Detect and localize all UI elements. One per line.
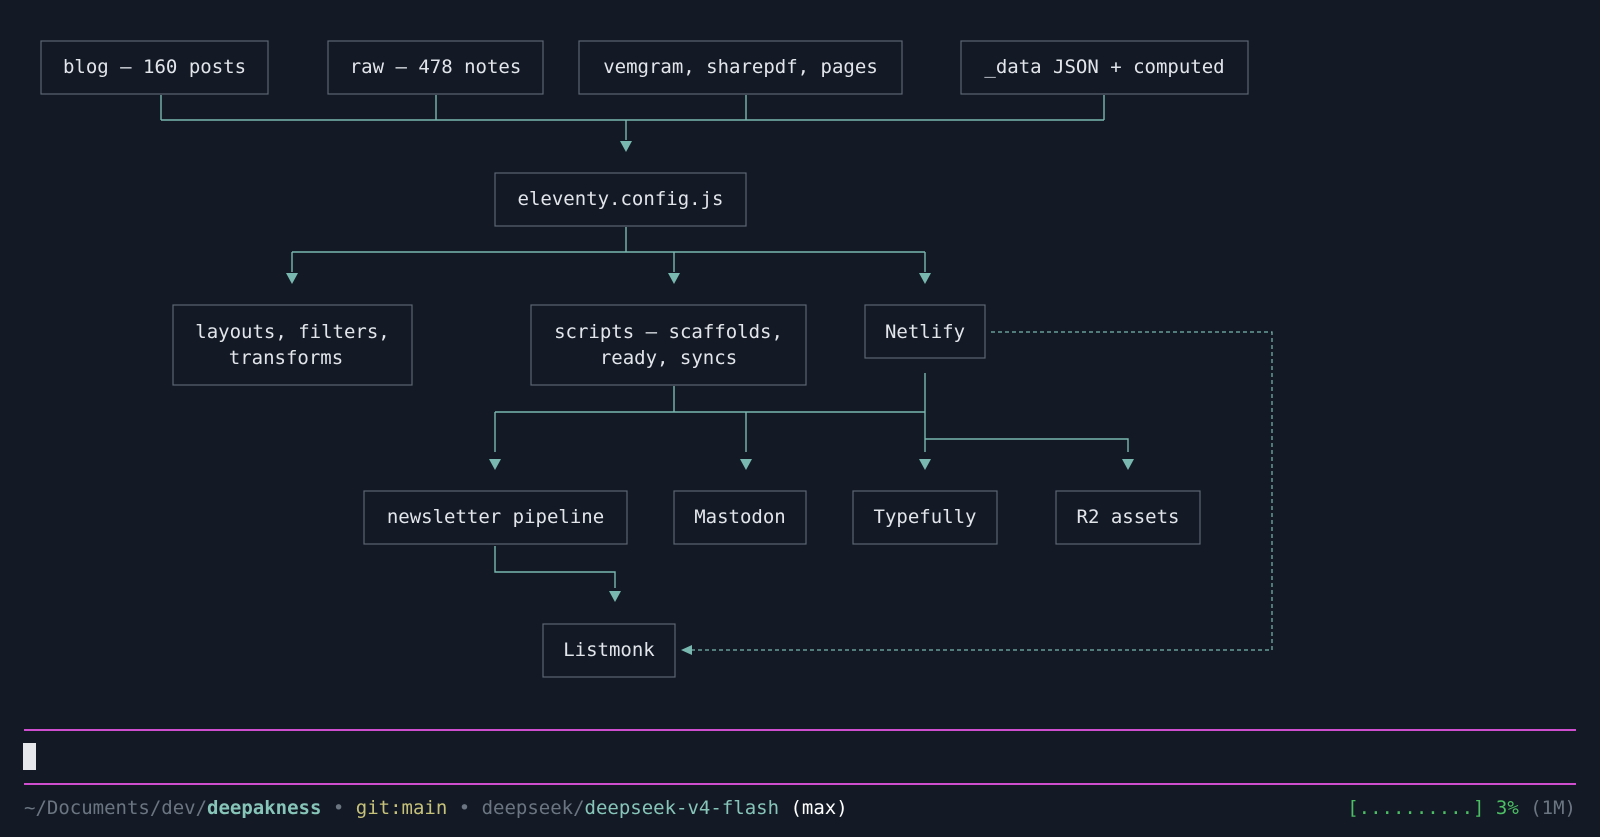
status-bar-right: [..........] 3% (1M) (1347, 796, 1576, 820)
arrow-to-netlify (919, 273, 931, 284)
node-data-label: _data JSON + computed (984, 56, 1224, 78)
arrow-to-typefully (919, 459, 931, 470)
status-separator: • (321, 797, 356, 819)
node-scripts: scripts — scaffolds, ready, syncs (530, 304, 807, 386)
context-size: (1M) (1518, 797, 1576, 819)
status-bar-left: ~/Documents/dev/deepakness • git:main • … (24, 796, 848, 820)
node-blog-label: blog — 160 posts (63, 56, 246, 78)
node-layouts-label-line2: transforms (229, 347, 343, 369)
node-vemgram-label: vemgram, sharepdf, pages (603, 56, 878, 78)
node-layouts: layouts, filters, transforms (172, 304, 413, 386)
arrow-to-newsletter (489, 459, 501, 470)
context-percent: 3% (1484, 797, 1519, 819)
arrow-to-r2 (1122, 459, 1134, 470)
edge-sources-to-config (160, 95, 1105, 140)
edge-newsletter-to-listmonk (494, 546, 616, 588)
node-mastodon-label: Mastodon (694, 506, 786, 528)
node-vemgram: vemgram, sharepdf, pages (578, 40, 903, 95)
status-repo: deepakness (207, 797, 322, 819)
status-path-prefix: ~/Documents/dev/ (24, 797, 208, 819)
context-progress-bar: [..........] (1347, 797, 1485, 819)
node-data: _data JSON + computed (960, 40, 1249, 95)
input-bottom-rule (24, 783, 1576, 785)
node-config-label: eleventy.config.js (518, 188, 724, 210)
node-scripts-label-line1: scripts — scaffolds, (554, 321, 783, 343)
node-scripts-label-line2: ready, syncs (600, 347, 737, 369)
node-newsletter-label: newsletter pipeline (387, 506, 604, 528)
arrow-dashed-to-listmonk (681, 645, 692, 655)
arrow-to-mastodon (740, 459, 752, 470)
node-typefully-label: Typefully (874, 506, 977, 528)
node-blog: blog — 160 posts (40, 40, 269, 95)
node-listmonk: Listmonk (542, 623, 676, 678)
arrow-to-scripts (668, 273, 680, 284)
arrow-to-layouts (286, 273, 298, 284)
node-r2: R2 assets (1055, 490, 1201, 545)
node-netlify-label: Netlify (885, 321, 965, 343)
status-provider: deepseek/ (481, 797, 585, 819)
node-config: eleventy.config.js (494, 172, 747, 227)
node-raw-label: raw — 478 notes (350, 56, 522, 78)
node-typefully: Typefully (852, 490, 998, 545)
node-mastodon: Mastodon (673, 490, 807, 545)
node-netlify: Netlify (864, 304, 986, 359)
status-model: deepseek-v4-flash (584, 797, 780, 819)
node-layouts-label-line1: layouts, filters, (195, 321, 389, 343)
node-r2-label: R2 assets (1077, 506, 1180, 528)
status-separator: • (447, 797, 482, 819)
input-cursor[interactable] (23, 743, 36, 770)
status-mode: (max) (779, 797, 848, 819)
arrow-to-listmonk (609, 591, 621, 602)
edge-config-to-row2 (291, 227, 926, 272)
node-newsletter: newsletter pipeline (363, 490, 628, 545)
status-git-branch: git:main (355, 797, 448, 819)
input-top-rule (24, 729, 1576, 731)
arrow-to-config (620, 141, 632, 152)
node-listmonk-label: Listmonk (563, 639, 655, 661)
architecture-diagram: blog — 160 posts raw — 478 notes vemgram… (40, 40, 1273, 678)
node-raw: raw — 478 notes (327, 40, 544, 95)
